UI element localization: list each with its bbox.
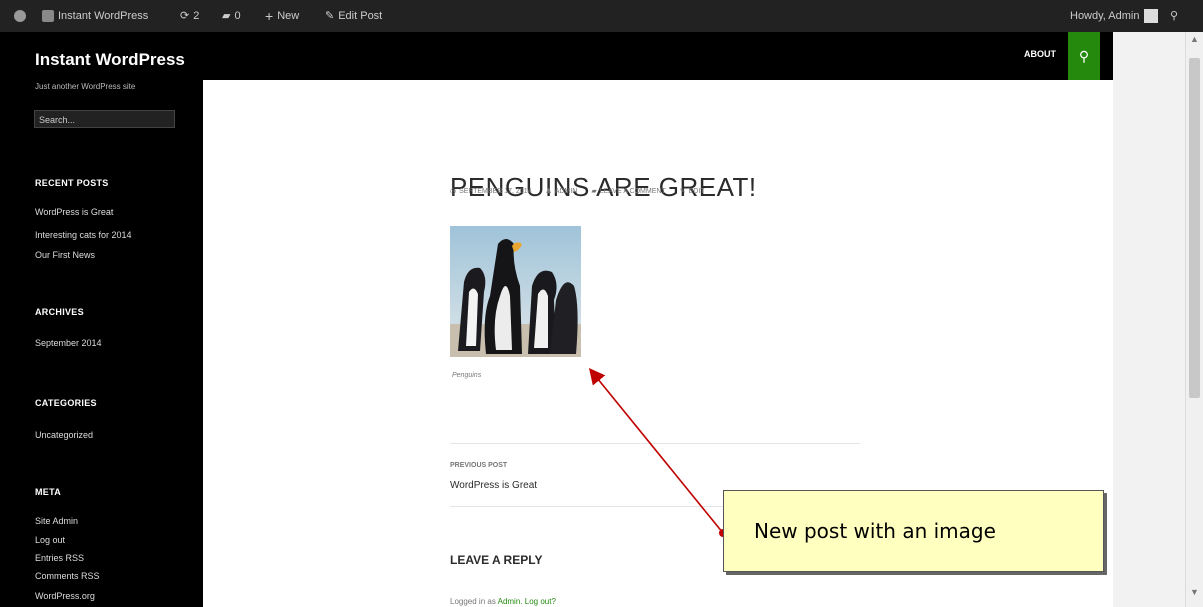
home-icon <box>42 10 54 22</box>
admin-bar-comments[interactable]: ▰ 0 <box>222 0 241 32</box>
edit-link[interactable]: ✎ EDIT <box>679 187 705 196</box>
pencil-icon: ✎ <box>679 188 686 195</box>
meta-link[interactable]: Log out <box>35 535 65 545</box>
penguin-image[interactable] <box>450 226 581 357</box>
admin-bar-search-icon[interactable]: ⚲ <box>1170 0 1178 32</box>
pencil-icon: ✎ <box>325 10 335 22</box>
recent-post-link[interactable]: Interesting cats for 2014 <box>35 230 132 240</box>
logged-in-line: Logged in as Admin. Log out? <box>450 597 556 606</box>
logged-in-user-link[interactable]: Admin <box>498 597 521 606</box>
widget-title-meta: META <box>35 487 62 497</box>
post-meta: ◷ SEPTEMBER 17, 2014 ♟ ADMIN ▰ LEAVE A COMM… <box>450 187 705 196</box>
previous-post-label: PREVIOUS POST <box>450 462 508 469</box>
comments-count: 0 <box>234 10 241 22</box>
updates-count: 2 <box>193 10 200 22</box>
widget-title-archives: ARCHIVES <box>35 307 84 317</box>
edit-post-label: Edit Post <box>338 10 383 22</box>
admin-bar-edit-post[interactable]: ✎ Edit Post <box>325 0 382 32</box>
scrollbar[interactable]: ▲ ▼ <box>1185 32 1203 607</box>
nav-about[interactable]: ABOUT <box>1024 49 1056 59</box>
admin-bar-updates[interactable]: ⟳ 2 <box>180 0 199 32</box>
scroll-up-icon[interactable]: ▲ <box>1186 34 1203 48</box>
site-tagline: Just another WordPress site <box>35 82 136 91</box>
admin-bar-site[interactable]: Instant WordPress <box>42 0 148 32</box>
leave-reply-title: LEAVE A REPLY <box>450 553 543 567</box>
scroll-down-icon[interactable]: ▼ <box>1186 587 1203 601</box>
admin-bar: Instant WordPress ⟳ 2 ▰ 0 + New ✎ Edit P… <box>0 0 1203 32</box>
post-nav-divider-top <box>450 443 860 444</box>
image-caption: Penguins <box>452 372 482 379</box>
recent-post-link[interactable]: Our First News <box>35 250 95 260</box>
comment-icon: ▰ <box>591 188 597 195</box>
howdy-text: Howdy, Admin <box>1070 10 1140 22</box>
meta-link[interactable]: Site Admin <box>35 516 78 526</box>
wordpress-logo-icon[interactable] <box>14 0 26 32</box>
leave-comment-link[interactable]: ▰ LEAVE A COMMENT <box>591 187 665 196</box>
admin-bar-account[interactable]: Howdy, Admin <box>1070 0 1158 32</box>
archive-link[interactable]: September 2014 <box>35 338 102 348</box>
user-icon: ♟ <box>545 188 552 195</box>
widget-title-recent-posts: RECENT POSTS <box>35 178 109 188</box>
widget-title-categories: CATEGORIES <box>35 398 97 408</box>
recent-post-link[interactable]: WordPress is Great <box>35 207 113 217</box>
search-icon: ⚲ <box>1078 47 1090 64</box>
admin-bar-new[interactable]: + New <box>265 0 299 32</box>
updates-icon: ⟳ <box>180 10 190 22</box>
log-out-link[interactable]: Log out? <box>525 597 556 606</box>
new-label: New <box>277 10 300 22</box>
category-link[interactable]: Uncategorized <box>35 430 93 440</box>
header-search-button[interactable]: ⚲ <box>1068 32 1100 80</box>
meta-link[interactable]: Comments RSS <box>35 571 100 581</box>
sidebar-search-input[interactable]: Search... <box>34 110 175 128</box>
avatar <box>1143 9 1158 23</box>
comment-icon: ▰ <box>222 10 231 22</box>
clock-icon: ◷ <box>450 188 457 195</box>
annotation-callout: New post with an image <box>723 490 1104 572</box>
admin-bar-site-name: Instant WordPress <box>58 10 149 22</box>
plus-icon: + <box>265 8 274 24</box>
previous-post-link[interactable]: WordPress is Great <box>450 480 537 491</box>
post-author[interactable]: ♟ ADMIN <box>545 187 577 196</box>
site-title[interactable]: Instant WordPress <box>35 50 185 70</box>
meta-link[interactable]: WordPress.org <box>35 591 95 601</box>
scrollbar-thumb[interactable] <box>1189 58 1200 398</box>
post-date[interactable]: ◷ SEPTEMBER 17, 2014 <box>450 187 531 196</box>
meta-link[interactable]: Entries RSS <box>35 553 84 563</box>
